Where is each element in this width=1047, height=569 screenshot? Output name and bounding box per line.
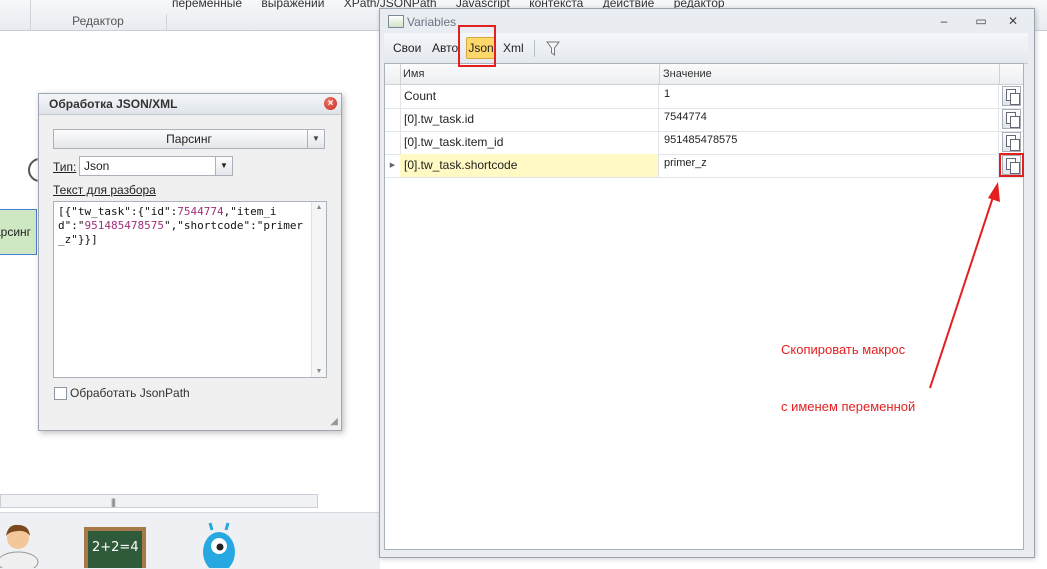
column-header-value[interactable]: Значение	[663, 68, 712, 80]
type-select-value: Json	[84, 159, 110, 173]
filter-own-button[interactable]: Свои	[393, 41, 421, 55]
variable-name[interactable]: [0].tw_task.id	[400, 108, 659, 131]
chevron-down-icon[interactable]: ▼	[215, 157, 232, 175]
json-number: 951485478575	[84, 219, 164, 232]
header-divider[interactable]	[999, 64, 1000, 84]
json-number: 7544774	[177, 205, 224, 218]
variable-value[interactable]: 1	[659, 85, 999, 108]
variables-title: Variables	[407, 15, 457, 29]
variable-name[interactable]: Count	[400, 85, 659, 108]
type-label: Тип:	[53, 160, 77, 174]
type-select[interactable]: Json ▼	[79, 156, 233, 176]
row-indicator	[385, 85, 401, 108]
row-indicator	[385, 131, 401, 154]
variable-value[interactable]: 951485478575	[659, 131, 999, 154]
grid-header: Имя Значение	[385, 64, 1023, 85]
row-pointer-icon: ▶	[385, 154, 401, 177]
scroll-down-icon[interactable]: ▼	[312, 368, 326, 375]
row-indicator	[385, 108, 401, 131]
scroll-up-icon[interactable]: ▲	[312, 204, 326, 211]
table-row[interactable]: [0].tw_task.item_id 951485478575	[385, 131, 1023, 155]
maximize-icon[interactable]: ▭	[974, 14, 988, 28]
annotation-text: Скопировать макрос	[781, 342, 906, 357]
copy-macro-button[interactable]	[1002, 109, 1021, 129]
json-xml-dialog: Обработка JSON/XML × Парсинг ▼ Тип: Json…	[38, 93, 342, 431]
parse-text-area[interactable]: [{"tw_task":{"id":7544774,"item_id":"951…	[53, 201, 327, 378]
ribbon-group-label: Редактор	[30, 14, 167, 30]
bottom-toolbar	[0, 512, 380, 569]
json-text: [{"tw_task":{"id":	[58, 205, 178, 218]
copy-button-highlight	[999, 153, 1024, 177]
parsing-node[interactable]: арсинг	[0, 209, 37, 255]
table-row-selected[interactable]: ▶ [0].tw_task.shortcode primer_z	[385, 154, 1023, 178]
variable-name[interactable]: [0].tw_task.item_id	[400, 131, 659, 154]
variable-value[interactable]: 7544774	[659, 108, 999, 131]
funnel-icon[interactable]	[546, 41, 560, 57]
parse-text-label: Текст для разбора	[53, 183, 156, 197]
copy-icon	[1010, 116, 1020, 128]
parse-mode-label: Парсинг	[166, 132, 212, 146]
horizontal-scrollbar[interactable]: |||	[0, 494, 318, 508]
chevron-down-icon[interactable]: ▼	[307, 130, 324, 148]
user-avatar-icon[interactable]	[0, 522, 40, 568]
svg-text:2+2=4: 2+2=4	[92, 540, 139, 555]
parse-text-content[interactable]: [{"tw_task":{"id":7544774,"item_id":"951…	[58, 205, 308, 247]
scroll-grip-icon[interactable]: |||	[111, 497, 116, 507]
parse-mode-dropdown[interactable]: Парсинг ▼	[53, 129, 325, 149]
vertical-scrollbar[interactable]: ▲ ▼	[311, 202, 326, 377]
dialog-title: Обработка JSON/XML	[39, 94, 341, 115]
window-icon	[388, 15, 404, 28]
copy-macro-button[interactable]	[1002, 132, 1021, 152]
variable-name[interactable]: [0].tw_task.shortcode	[400, 154, 659, 177]
resize-grip-icon[interactable]: ◢	[330, 416, 338, 427]
chalkboard-icon[interactable]: 2+2=4	[84, 527, 146, 568]
jsonpath-checkbox[interactable]	[54, 387, 67, 400]
jsonpath-checkbox-label[interactable]: Обработать JsonPath	[70, 386, 190, 400]
toolbar-separator	[534, 40, 535, 57]
variable-value[interactable]: primer_z	[659, 154, 999, 177]
minimize-icon[interactable]: –	[937, 14, 951, 28]
json-button-highlight	[458, 25, 496, 67]
header-divider[interactable]	[659, 64, 660, 84]
annotation-text: с именем переменной	[781, 399, 916, 414]
close-icon[interactable]: ×	[324, 97, 337, 110]
filter-auto-button[interactable]: Авто	[432, 41, 458, 55]
copy-icon	[1010, 139, 1020, 151]
table-row[interactable]: [0].tw_task.id 7544774	[385, 108, 1023, 132]
column-header-name[interactable]: Имя	[403, 68, 424, 80]
table-row[interactable]: Count 1	[385, 85, 1023, 109]
close-icon[interactable]: ✕	[1006, 14, 1020, 28]
ribbon-tab[interactable]: переменные	[172, 0, 242, 10]
annotation-arrow	[929, 182, 1000, 389]
header-divider	[400, 64, 401, 84]
filter-xml-button[interactable]: Xml	[503, 41, 524, 55]
blue-monster-icon[interactable]	[196, 522, 242, 568]
copy-icon	[1010, 93, 1020, 105]
copy-macro-button[interactable]	[1002, 86, 1021, 106]
ribbon-tab[interactable]: выражении	[261, 0, 324, 10]
